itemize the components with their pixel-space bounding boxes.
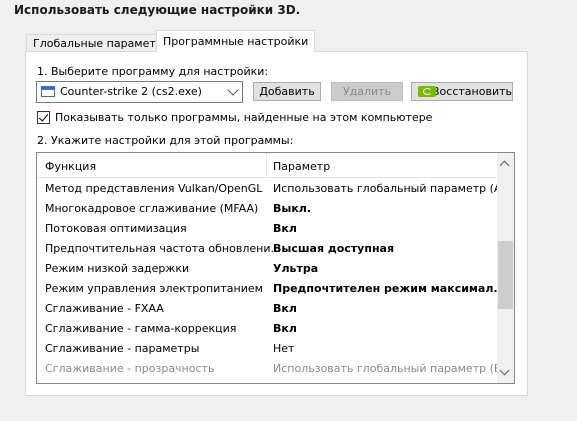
feature-cell: Многокадровое сглаживание (MFAA): [45, 202, 259, 215]
table-row[interactable]: Сглаживание - прозрачность Использовать …: [37, 359, 512, 379]
column-header-feature[interactable]: Функция: [45, 160, 96, 173]
table-row[interactable]: Потоковая оптимизация Вкл: [37, 219, 498, 239]
parameter-cell: Высшая доступная: [273, 242, 395, 255]
parameter-cell: Предпочтителен режим максимал...: [273, 282, 506, 295]
settings-list: Функция Параметр Метод представления Vul…: [36, 152, 515, 384]
restore-button-label: Восстановить: [432, 85, 512, 98]
show-installed-only-label[interactable]: Показывать только программы, найденные н…: [55, 111, 432, 124]
parameter-cell: Использовать глобальный параметр (А...: [273, 182, 512, 195]
scroll-down-arrow-icon[interactable]: [499, 365, 510, 376]
parameter-cell: Нет: [273, 342, 295, 355]
remove-button: Удалить: [331, 82, 403, 101]
table-row[interactable]: Многокадровое сглаживание (MFAA) Выкл.: [37, 199, 498, 219]
chevron-down-icon: [227, 84, 239, 96]
page-heading: Использовать следующие настройки 3D.: [14, 3, 301, 17]
list-header: Функция Параметр: [37, 153, 498, 178]
parameter-cell: Выкл.: [273, 202, 312, 215]
parameter-cell: Вкл: [273, 222, 297, 235]
feature-cell: Сглаживание - параметры: [45, 342, 200, 355]
column-divider[interactable]: [266, 153, 267, 177]
vertical-scrollbar[interactable]: [497, 153, 514, 383]
feature-cell: Режим управления электропитанием: [45, 282, 263, 295]
program-select[interactable]: Counter-strike 2 (cs2.exe): [36, 81, 243, 103]
table-row[interactable]: Метод представления Vulkan/OpenGL Исполь…: [37, 179, 512, 199]
feature-cell: Режим низкой задержки: [45, 262, 190, 275]
column-header-parameter[interactable]: Параметр: [273, 160, 330, 173]
scrollbar-thumb[interactable]: [498, 241, 513, 309]
table-row[interactable]: Сглаживание - FXAA Вкл: [37, 299, 498, 319]
feature-cell: Сглаживание - прозрачность: [45, 362, 215, 375]
feature-cell: Потоковая оптимизация: [45, 222, 187, 235]
checkmark-icon: [38, 111, 49, 122]
add-button[interactable]: Добавить: [253, 82, 321, 101]
scroll-up-arrow-icon[interactable]: [499, 160, 510, 171]
parameter-cell: Использовать глобальный параметр (В...: [273, 362, 512, 375]
table-row[interactable]: Сглаживание - гамма-коррекция Вкл: [37, 319, 498, 339]
parameter-cell: Ультра: [273, 262, 319, 275]
nvidia-logo-icon: [418, 86, 436, 97]
feature-cell: Сглаживание - FXAA: [45, 302, 164, 315]
step1-label: 1. Выберите программу для настройки:: [37, 65, 269, 78]
tab-program-settings[interactable]: Программные настройки: [156, 30, 316, 52]
table-row[interactable]: Сглаживание - параметры Нет: [37, 339, 498, 359]
restore-button[interactable]: Восстановить: [411, 82, 513, 101]
table-row[interactable]: Режим управления электропитанием Предпоч…: [37, 279, 506, 299]
feature-cell: Предпочтительная частота обновлени...: [45, 242, 281, 255]
application-icon: [41, 86, 55, 97]
show-installed-only-checkbox[interactable]: [37, 111, 50, 124]
table-row[interactable]: Режим низкой задержки Ультра: [37, 259, 498, 279]
feature-cell: Метод представления Vulkan/OpenGL: [45, 182, 263, 195]
parameter-cell: Вкл: [273, 322, 297, 335]
step2-label: 2. Укажите настройки для этой программы:: [37, 134, 294, 147]
parameter-cell: Вкл: [273, 302, 297, 315]
feature-cell: Сглаживание - гамма-коррекция: [45, 322, 237, 335]
program-select-value: Counter-strike 2 (cs2.exe): [60, 85, 202, 98]
table-row[interactable]: Предпочтительная частота обновлени... Вы…: [37, 239, 498, 259]
